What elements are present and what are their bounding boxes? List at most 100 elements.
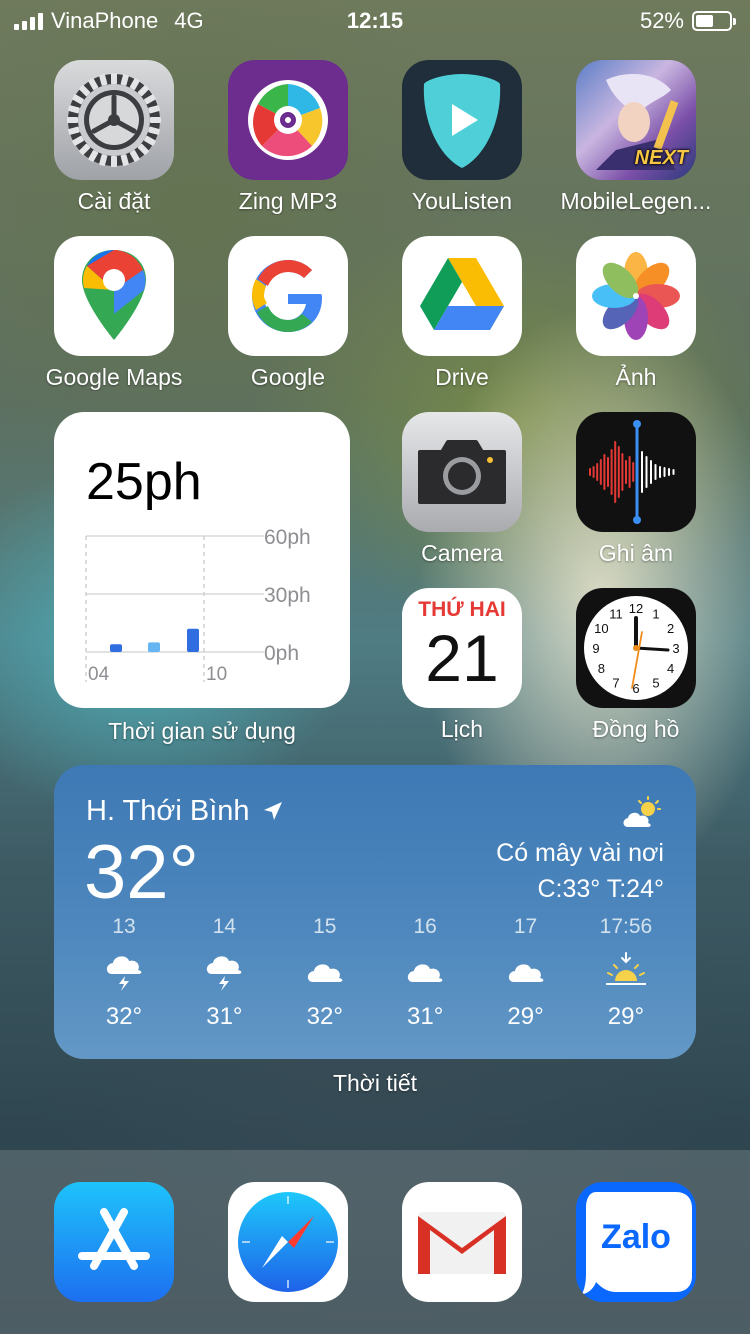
hourly-time: 17 [513,915,538,938]
app-settings[interactable]: Cài đặt [34,60,194,215]
hourly-time: 17:56 [599,915,653,938]
chart-bar [187,628,199,652]
clock-icon: 12 1 2 3 4 5 6 7 8 9 10 11 [576,588,696,708]
screen-time-label: Thời gian sử dụng [108,718,296,744]
app-label: Lịch [440,716,484,742]
hourly-temp: 32° [306,1003,343,1030]
hourly-item: 15 32° [275,915,375,1031]
sunset-icon [576,945,676,997]
dock-zalo[interactable]: Zalo [556,1182,716,1302]
google-drive-icon [402,236,522,356]
app-youlisten[interactable]: YouListen [382,60,542,215]
clock-time: 12:15 [346,8,404,33]
app-store-icon [54,1182,174,1302]
zalo-logo-text: Zalo [601,1218,671,1256]
app-clock[interactable]: 12 1 2 3 4 5 6 7 8 9 10 11 Đồng hồ [556,588,716,743]
status-bar: VinaPhone 4G 12:15 52% [0,0,750,40]
app-label: YouListen [411,188,513,214]
settings-icon [54,60,174,180]
thunderstorm-icon [174,945,274,997]
hourly-time: 16 [413,915,437,938]
hourly-temp: 31° [407,1003,444,1030]
clock-number: 10 [594,621,608,636]
hourly-forecast: 13 32° 14 31° 15 32° 16 31° 17 29° 17:56 29° [74,915,676,1031]
google-maps-icon [54,236,174,356]
gmail-icon [402,1182,522,1302]
clock-number: 1 [652,606,659,621]
clock-number: 11 [609,606,623,621]
screen-time-widget[interactable]: 25ph 60ph 30ph 0ph 04 10 [54,412,350,708]
hourly-temp: 29° [507,1003,544,1030]
clock-number: 8 [598,661,605,676]
calendar-icon: THỨ HAI 21 [402,588,522,708]
app-label: Camera [421,540,503,566]
hourly-time: 15 [313,915,337,938]
weather-high-low: C:33° T:24° [537,875,664,903]
chart-y-tick: 0ph [264,642,299,665]
youlisten-icon [402,60,522,180]
app-label: Google [250,364,326,390]
hourly-item: 17 29° [476,915,576,1031]
voice-memo-icon [576,412,696,532]
clock-number: 2 [667,621,674,636]
battery-percent: 52% [639,8,684,33]
hourly-temp: 31° [206,1003,243,1030]
app-label: Cài đặt [77,188,151,214]
chart-bar [110,644,122,652]
battery-icon [692,11,736,31]
location-arrow-icon [263,802,282,820]
app-label: Drive [435,364,489,390]
app-drive[interactable]: Drive [382,236,542,391]
clock-number: 5 [652,676,659,691]
screen-time-chart: 60ph 30ph 0ph 04 10 [85,526,311,685]
zalo-icon: Zalo [576,1182,696,1302]
app-label: Google Maps [45,364,183,390]
app-label: Đồng hồ [592,716,680,742]
app-photos[interactable]: Ảnh [556,236,716,391]
dock-safari[interactable] [208,1182,368,1302]
hourly-temp: 32° [105,1003,143,1030]
mobile-legends-badge: NEXT [634,147,688,169]
zing-mp3-icon [228,60,348,180]
cloud-icon [375,945,475,997]
app-calendar[interactable]: THỨ HAI 21 Lịch [382,588,542,743]
camera-icon [402,412,522,532]
partly-cloudy-icon [623,796,661,827]
clock-number: 4 [667,661,674,676]
chart-y-tick: 60ph [264,526,311,549]
thunderstorm-icon [74,945,174,997]
app-mobile-legends[interactable]: NEXT MobileLegen... [556,60,716,215]
hourly-item: 17:56 29° [576,915,676,1031]
hourly-item: 14 31° [174,915,274,1031]
calendar-date: 21 [425,621,499,695]
app-label: Ảnh [615,364,657,390]
chart-bar [148,642,160,652]
chart-x-tick: 04 [88,664,110,685]
dock-app-store[interactable] [34,1182,194,1302]
dock-gmail[interactable] [382,1182,542,1302]
cloud-icon [275,945,375,997]
hourly-temp: 29° [607,1003,645,1030]
app-label: MobileLegen... [560,188,712,214]
calendar-weekday: THỨ HAI [418,598,506,621]
hourly-time: 14 [212,915,237,938]
clock-number: 12 [629,601,643,616]
clock-number: 3 [672,641,679,656]
hourly-item: 16 31° [375,915,475,1031]
weather-temperature: 32° [84,830,199,915]
chart-y-tick: 30ph [264,584,311,607]
app-google[interactable]: Google [208,236,368,391]
weather-condition: Có mây vài nơi [496,839,664,867]
photos-icon [576,236,696,356]
weather-label: Thời tiết [332,1070,418,1096]
app-zing-mp3[interactable]: Zing MP3 [208,60,368,215]
app-camera[interactable]: Camera [382,412,542,567]
chart-x-tick: 10 [206,664,227,685]
clock-number: 7 [612,676,619,691]
app-voice-memos[interactable]: Ghi âm [556,412,716,567]
clock-number: 9 [592,641,599,656]
cloud-icon [476,945,576,997]
google-icon [228,236,348,356]
app-google-maps[interactable]: Google Maps [34,236,194,391]
weather-widget[interactable]: H. Thới Bình 32° Có mây vài nơi C:33° T:… [54,765,696,1059]
